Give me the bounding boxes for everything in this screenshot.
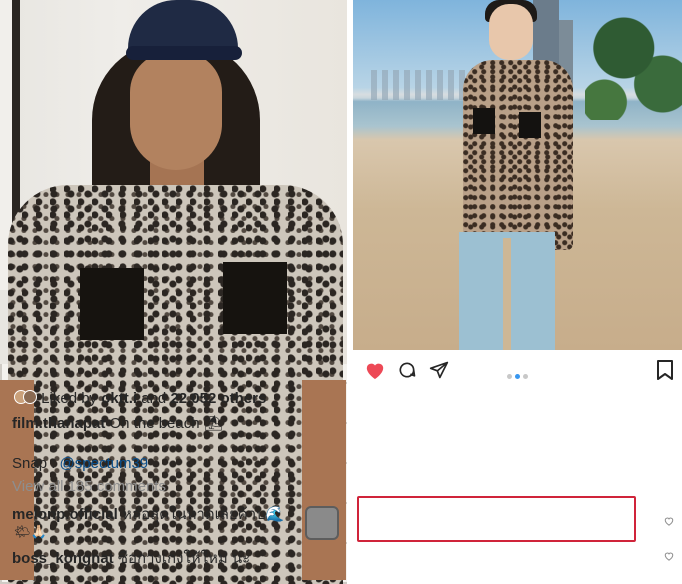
caption: film.thanapat On the beach ⛱ — [12, 414, 223, 432]
face — [130, 52, 222, 170]
leopard-shirt — [463, 60, 573, 250]
others-count[interactable]: 22,052 others — [170, 390, 266, 407]
comment-text: ซือกางเกงให้ใหม่ นะ — [117, 550, 251, 567]
beach-umbrella-icon: ⛱ — [203, 415, 223, 432]
snap-mention[interactable]: @spectum39 — [60, 455, 149, 472]
view-all-comments-link[interactable]: View all 185 comments — [12, 478, 166, 495]
shirt-pocket — [519, 112, 541, 138]
snap-credit: Snap : @spectum39 — [12, 455, 148, 472]
post-photo[interactable] — [353, 0, 682, 350]
snap-label: Snap : — [12, 455, 56, 472]
trees — [585, 0, 682, 120]
comment-row: melonp.official หล่อสุดในหาดเลยค้าบ🌊 — [12, 502, 284, 526]
shirt-pocket — [80, 268, 144, 340]
caption-username[interactable]: film.thanapat — [12, 415, 105, 432]
shirt-pocket — [473, 108, 495, 134]
comment-text: หล่อสุดในหาดเลยค้าบ🌊 — [122, 506, 285, 523]
comment-username[interactable]: boss_kongnat — [12, 550, 114, 567]
wristwatch — [305, 506, 339, 540]
comment-like-heart-icon[interactable] — [664, 548, 674, 561]
heart-icon[interactable] — [363, 358, 387, 382]
bookmark-icon[interactable] — [653, 358, 677, 382]
arm — [302, 380, 346, 580]
comment-highlight-box — [357, 496, 636, 542]
comment-row: boss_kongnat ซือกางเกงให้ใหม่ นะ — [12, 546, 250, 570]
ripped-jeans — [459, 232, 555, 350]
and-label: and — [141, 390, 167, 407]
liked-by-label: Liked by — [41, 390, 98, 407]
cap-brim — [126, 46, 242, 60]
comment-like-heart-icon[interactable] — [664, 513, 674, 526]
comment-icon[interactable] — [395, 358, 419, 382]
likes-line: Liked by oktt.i and 22,052 others — [14, 390, 266, 407]
caption-text: On the beach — [109, 415, 200, 432]
face — [489, 4, 533, 60]
comparison-collage: Liked by oktt.i and 22,052 others film.t… — [0, 0, 682, 584]
shirt-pocket — [223, 262, 287, 334]
avatar — [23, 390, 37, 404]
comment-username[interactable]: melonp.official — [12, 506, 118, 523]
carousel-dots — [507, 366, 531, 384]
left-photo — [0, 0, 347, 584]
share-icon[interactable] — [427, 358, 451, 382]
liked-by-user[interactable]: oktt.i — [101, 390, 137, 407]
comment-text-continued: 🌤🙏🏻 — [14, 524, 47, 539]
